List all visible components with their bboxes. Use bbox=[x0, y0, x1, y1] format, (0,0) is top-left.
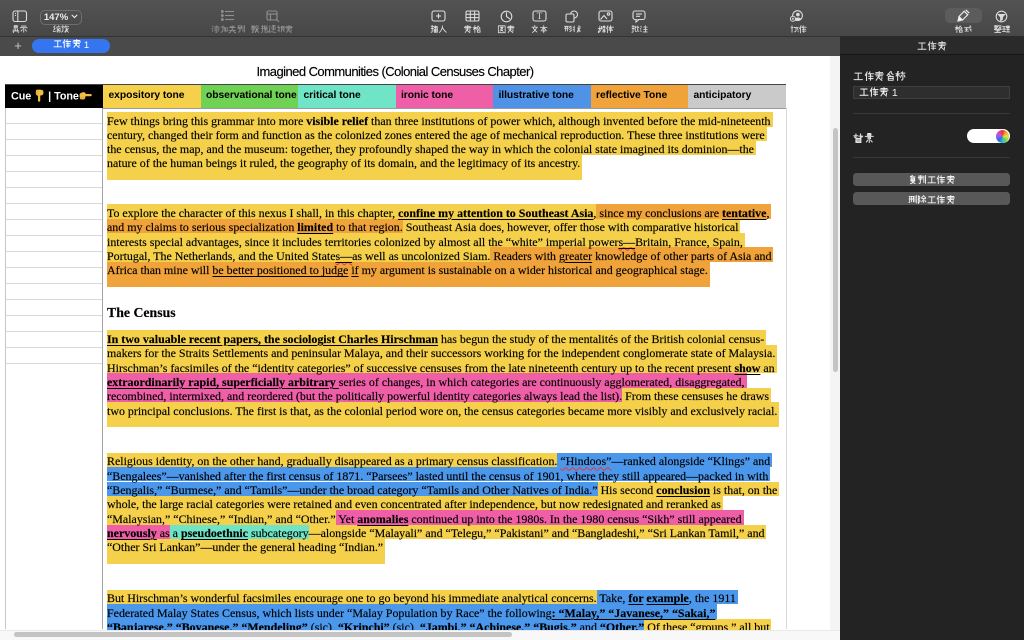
svg-text:T: T bbox=[537, 11, 543, 21]
